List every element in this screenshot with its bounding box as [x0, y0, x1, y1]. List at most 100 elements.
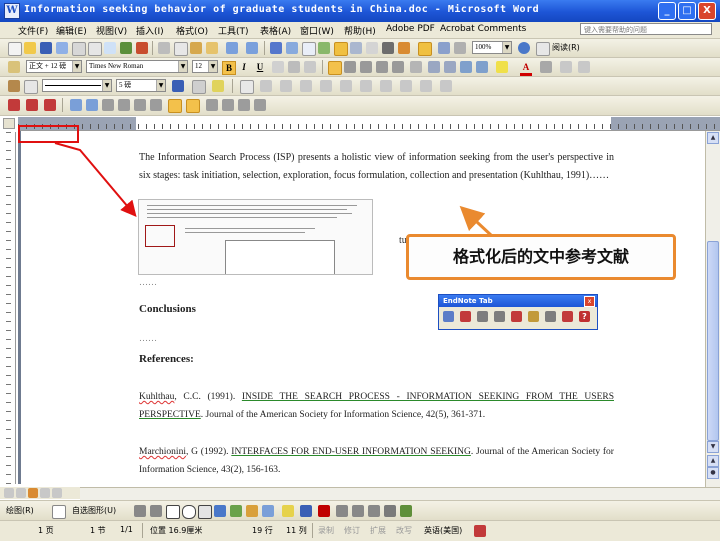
char-shading-icon[interactable]: [288, 61, 300, 73]
comment-icon[interactable]: [150, 99, 162, 111]
cut-icon[interactable]: [158, 42, 170, 54]
select-objects-icon[interactable]: [52, 505, 66, 519]
columns-icon[interactable]: [334, 42, 348, 56]
3d-style-icon[interactable]: [400, 505, 412, 517]
paste-icon[interactable]: [190, 42, 202, 54]
line-icon[interactable]: [134, 505, 146, 517]
menu-adobe-pdf[interactable]: Adobe PDF: [386, 24, 435, 34]
read-button[interactable]: 阅读(R): [552, 42, 580, 53]
justify-icon[interactable]: [376, 61, 388, 73]
zoom-icon[interactable]: [454, 42, 466, 54]
endnote-toolbar-title[interactable]: EndNote Tab x: [439, 295, 597, 307]
vertical-scrollbar[interactable]: ▲ ▼ ▲ ●: [705, 131, 720, 487]
drawing-icon[interactable]: [350, 42, 362, 54]
eraser-icon[interactable]: [24, 80, 38, 94]
document-map-icon[interactable]: [366, 42, 378, 54]
help-search-input[interactable]: 键入需要帮助的问题: [580, 23, 712, 35]
email-icon[interactable]: [72, 42, 86, 56]
isp-paragraph[interactable]: The Information Search Process (ISP) pre…: [139, 149, 614, 185]
status-ext[interactable]: 扩展: [370, 525, 386, 536]
zoom-select[interactable]: 100% ▼: [472, 41, 512, 54]
show-hide-icon[interactable]: [382, 42, 394, 54]
fill-color-icon[interactable]: [282, 505, 294, 517]
word-app-icon[interactable]: W: [4, 3, 20, 19]
read-mode-icon[interactable]: [438, 42, 450, 54]
outline-promote-icon[interactable]: [70, 99, 82, 111]
underline-button[interactable]: U: [254, 61, 266, 73]
document-page[interactable]: The Information Search Process (ISP) pre…: [21, 131, 705, 487]
menu-tools[interactable]: 工具(T): [218, 24, 249, 37]
bullets-icon[interactable]: [444, 61, 456, 73]
new-document-icon[interactable]: [8, 42, 22, 56]
accept-change-icon[interactable]: [222, 99, 234, 111]
line-color-icon[interactable]: [300, 505, 312, 517]
align-left-icon[interactable]: [328, 61, 342, 75]
copy-icon[interactable]: [174, 42, 188, 56]
menu-insert[interactable]: 插入(I): [136, 24, 164, 37]
outline-view-icon[interactable]: [40, 488, 50, 498]
tables-borders-icon[interactable]: [286, 42, 298, 54]
char-border-icon[interactable]: [272, 61, 284, 73]
scroll-up-icon[interactable]: ▲: [707, 132, 719, 144]
dash-style-icon[interactable]: [352, 505, 364, 517]
track-changes-icon[interactable]: [186, 99, 200, 113]
conclusions-heading[interactable]: Conclusions: [139, 303, 196, 315]
autosum-icon[interactable]: [440, 80, 452, 92]
open-folder-icon[interactable]: [24, 42, 36, 54]
font-select[interactable]: Times New Roman ▼: [86, 60, 188, 73]
title-bar[interactable]: W Information seeking behavior of gradua…: [0, 0, 720, 22]
field-shading-icon[interactable]: [168, 99, 182, 113]
scroll-thumb[interactable]: [707, 241, 719, 441]
status-ovr[interactable]: 改写: [396, 525, 412, 536]
status-trk[interactable]: 修订: [344, 525, 360, 536]
close-button[interactable]: X: [698, 2, 716, 20]
bold-button[interactable]: B: [222, 61, 236, 75]
reference-1[interactable]: Kuhlthau, C.C. (1991). INSIDE THE SEARCH…: [139, 388, 614, 424]
scroll-down-icon[interactable]: ▼: [707, 441, 719, 453]
web-layout-icon[interactable]: [16, 488, 26, 498]
char-scale-icon[interactable]: [304, 61, 316, 73]
status-rec[interactable]: 录制: [318, 525, 334, 536]
style-select[interactable]: 正文 + 12 磅 ▼: [26, 60, 82, 73]
text-direction-icon[interactable]: [380, 80, 392, 92]
previous-page-icon[interactable]: ▲: [707, 455, 719, 467]
spelling-icon[interactable]: [120, 42, 132, 54]
rectangle-icon[interactable]: [166, 505, 180, 519]
align-right-icon[interactable]: [360, 61, 372, 73]
print-layout-icon[interactable]: [28, 488, 38, 498]
hyperlink-icon[interactable]: [270, 42, 282, 54]
reject-change-icon[interactable]: [238, 99, 250, 111]
decrease-indent-icon[interactable]: [460, 61, 472, 73]
font-size-select[interactable]: 12 ▼: [192, 60, 218, 73]
phonetic-guide-icon[interactable]: [540, 61, 552, 73]
spelling-status-icon[interactable]: [474, 525, 486, 537]
diagram-icon[interactable]: [230, 505, 242, 517]
line-weight-select[interactable]: 5 磅 ▼: [116, 79, 166, 92]
draw-menu-button[interactable]: 绘图(R): [6, 505, 34, 516]
menu-table[interactable]: 表格(A): [260, 24, 291, 37]
next-change-icon[interactable]: [254, 99, 266, 111]
menu-window[interactable]: 窗口(W): [300, 24, 334, 37]
font-color-button[interactable]: A: [520, 61, 532, 76]
minimize-button[interactable]: _: [658, 2, 676, 20]
distribute-rows-icon[interactable]: [320, 80, 332, 92]
textbox-icon[interactable]: [198, 505, 212, 519]
align-cell-icon[interactable]: [300, 80, 312, 92]
print-preview-icon[interactable]: [104, 42, 116, 54]
menu-format[interactable]: 格式(O): [176, 24, 208, 37]
undo-icon[interactable]: [226, 42, 238, 54]
insert-note-icon[interactable]: [511, 311, 522, 322]
print-icon[interactable]: [88, 42, 102, 56]
insert-frame-icon[interactable]: [118, 99, 130, 111]
format-painter-icon[interactable]: [206, 42, 218, 54]
distribute-columns-icon[interactable]: [340, 80, 352, 92]
arrow-icon[interactable]: [150, 505, 162, 517]
export-icon[interactable]: [528, 311, 539, 322]
draw-table-icon[interactable]: [8, 80, 20, 92]
line-style-select[interactable]: ▼: [42, 79, 112, 92]
vertical-ruler[interactable]: [2, 132, 16, 484]
close-icon[interactable]: x: [584, 296, 595, 307]
menu-edit[interactable]: 编辑(E): [56, 24, 87, 37]
research-icon[interactable]: [136, 42, 148, 54]
distribute-icon[interactable]: [392, 61, 404, 73]
